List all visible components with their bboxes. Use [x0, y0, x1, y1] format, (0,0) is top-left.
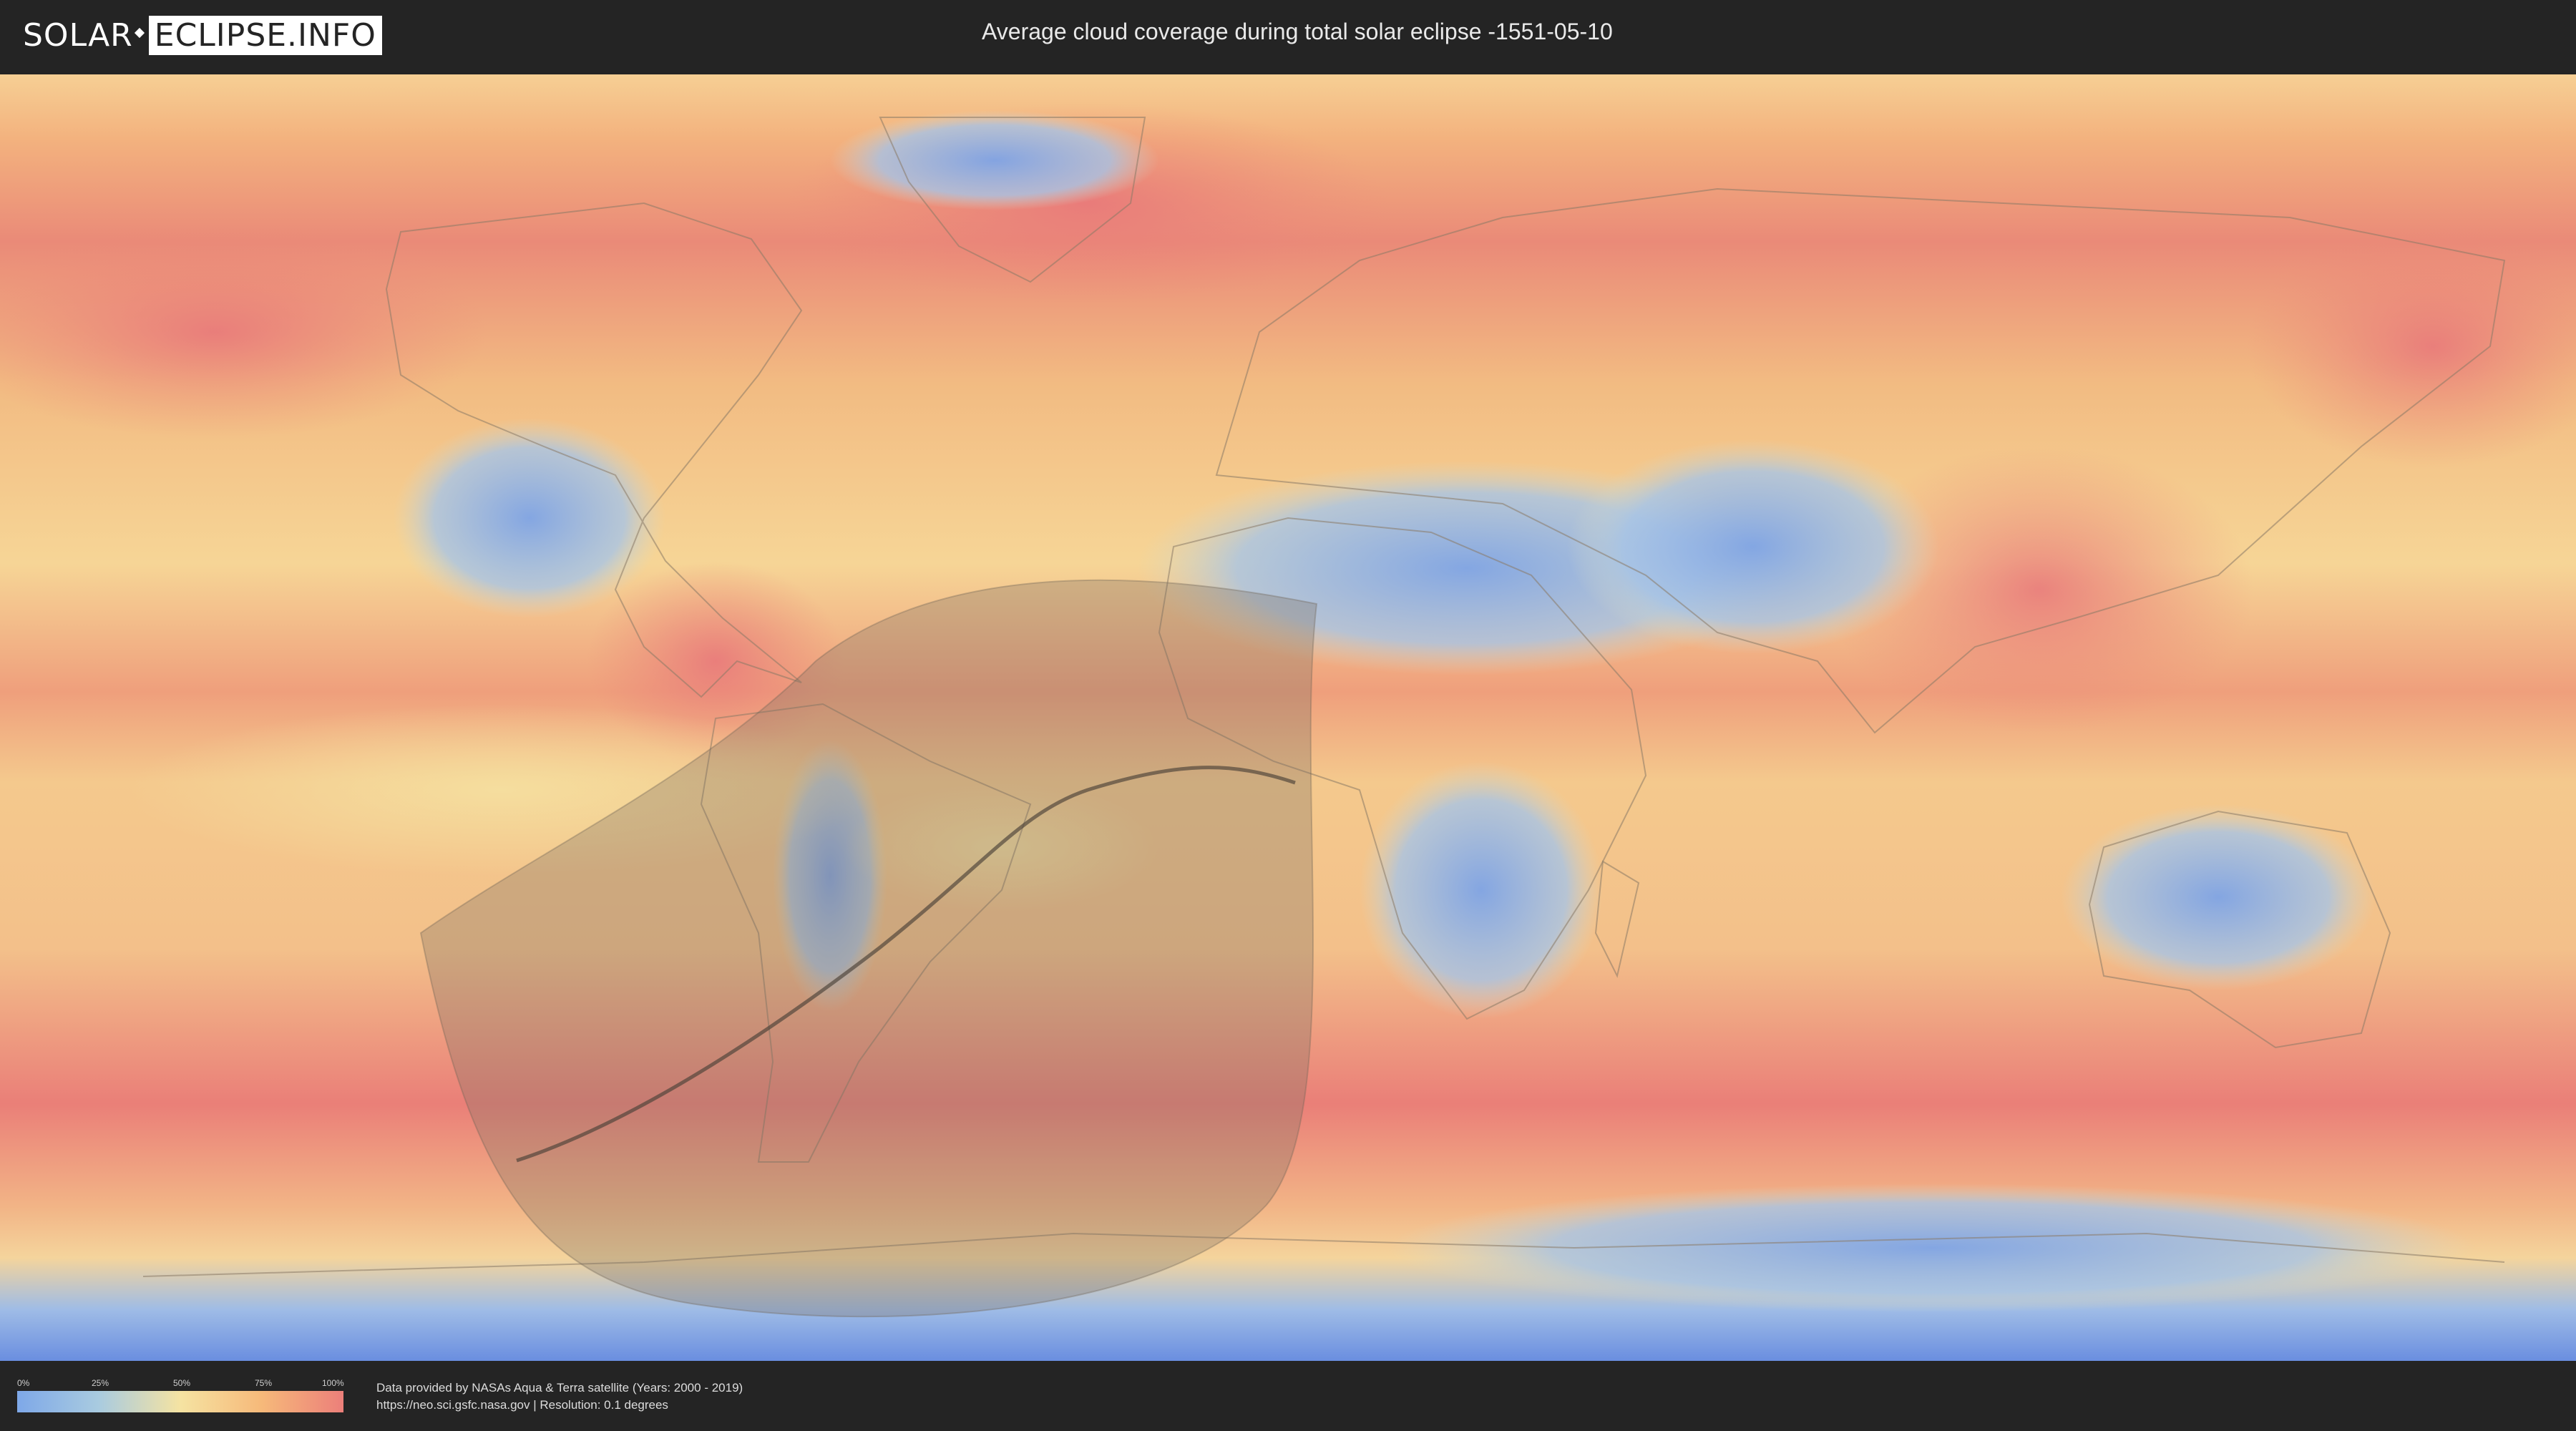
middle-east-clear [1567, 439, 1939, 654]
credit-line-source: Data provided by NASAs Aqua & Terra sate… [376, 1381, 743, 1395]
header-bar: SOLAR ECLIPSE.INFO Average cloud coverag… [0, 0, 2576, 72]
cloud-coverage-map[interactable] [0, 74, 2576, 1361]
legend-tick-100: 100% [322, 1378, 344, 1388]
page-title: Average cloud coverage during total sola… [982, 19, 1613, 44]
map-canvas [0, 74, 2576, 1361]
greenland-clear [830, 110, 1159, 210]
logo-eclipse-info-text: ECLIPSE.INFO [148, 15, 382, 55]
legend-color-bar [17, 1391, 343, 1412]
site-logo[interactable]: SOLAR ECLIPSE.INFO [23, 15, 382, 55]
legend-tick-75: 75% [255, 1378, 273, 1388]
footer-bar: 0% 25% 50% 75% 100% Data provided by NAS… [0, 1361, 2576, 1431]
logo-solar-text: SOLAR [23, 16, 133, 54]
credit-line-url[interactable]: https://neo.sci.gsfc.nasa.gov | Resoluti… [376, 1397, 743, 1414]
legend-tick-25: 25% [92, 1378, 109, 1388]
legend-tick-0: 0% [17, 1378, 30, 1388]
data-credits: Data provided by NASAs Aqua & Terra sate… [376, 1379, 743, 1414]
australia-clear [2061, 804, 2376, 990]
north-america-clear [394, 418, 665, 618]
southern-africa-clear [1360, 761, 1603, 1019]
legend-tick-50: 50% [173, 1378, 191, 1388]
logo-separator-icon [133, 19, 149, 51]
